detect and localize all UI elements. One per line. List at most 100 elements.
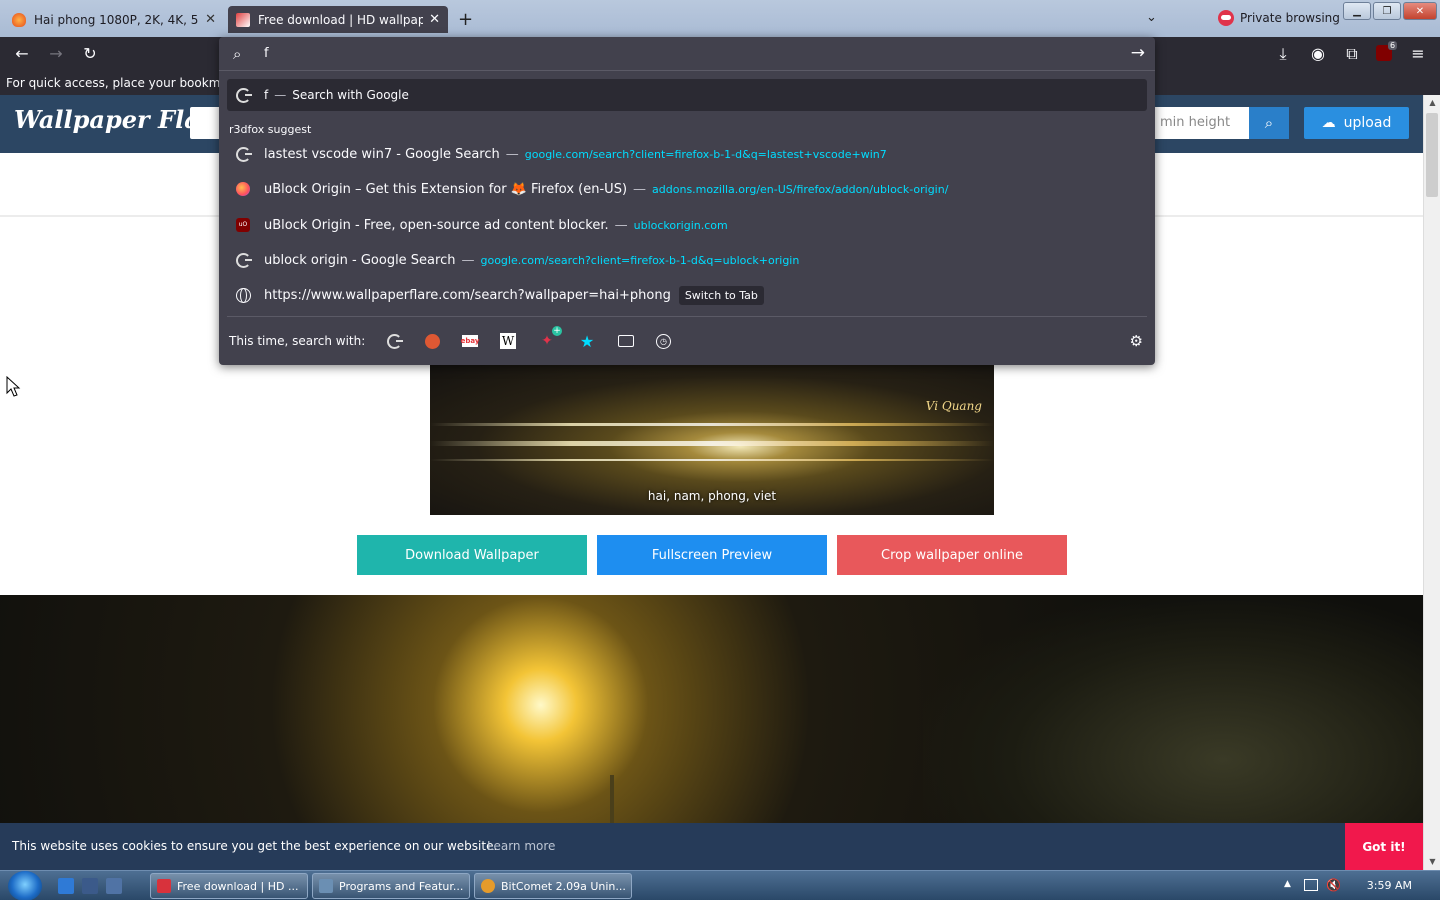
wallpaper-image[interactable]: Vi Quang hai, nam, phong, viet xyxy=(430,363,994,515)
back-button[interactable]: ← xyxy=(11,44,33,64)
close-tab-icon[interactable]: ✕ xyxy=(429,12,440,27)
tab-free-download[interactable]: Free download | HD wallpaper: ✕ xyxy=(228,6,448,33)
suggestion-title: uBlock Origin - Free, open-source ad con… xyxy=(264,217,609,233)
site-search-button[interactable]: ⌕ xyxy=(1249,107,1289,139)
new-tab-button[interactable]: + xyxy=(458,9,473,30)
system-tray: ▲ 🔇 3:59 AM xyxy=(1270,871,1440,900)
clock[interactable]: 3:59 AM xyxy=(1367,879,1412,892)
ebay-icon[interactable]: ebay xyxy=(461,335,479,347)
history-icon[interactable]: ◷ xyxy=(656,333,671,349)
scrollbar-thumb[interactable] xyxy=(1426,113,1438,197)
page-scrollbar[interactable]: ▲ ▼ xyxy=(1423,95,1440,870)
urlbar-dropdown: ⌕ f → f — Search with Google r3dfox sugg… xyxy=(219,37,1155,365)
separator: — xyxy=(274,88,287,102)
min-height-input[interactable]: min height xyxy=(1154,107,1249,139)
light-streak xyxy=(430,459,994,461)
suggestion-row[interactable]: uBlock Origin – Get this Extension for 🦊… xyxy=(227,173,1147,205)
bookmarks-star-icon[interactable]: ★ xyxy=(578,332,596,351)
private-mask-icon xyxy=(1218,10,1234,26)
accept-cookies-button[interactable]: Got it! xyxy=(1345,823,1423,870)
close-window-button[interactable]: ✕ xyxy=(1403,2,1437,20)
scroll-up-icon[interactable]: ▲ xyxy=(1424,95,1440,111)
tab-strip: Hai phong 1080P, 2K, 4K, 5K HD ✕ Free do… xyxy=(0,0,1440,37)
urlbar-typed-text[interactable]: f xyxy=(264,46,269,61)
google-icon xyxy=(235,252,252,268)
private-browsing-indicator: Private browsing xyxy=(1218,10,1340,26)
switch-tab-url: https://www.wallpaperflare.com/search?wa… xyxy=(264,287,671,303)
show-hidden-icons-icon[interactable]: ▲ xyxy=(1284,879,1291,889)
site-search-input[interactable] xyxy=(190,107,220,139)
download-wallpaper-button[interactable]: Download Wallpaper xyxy=(357,535,587,575)
taskbar-item-firefox[interactable]: Free download | HD ... xyxy=(150,873,308,899)
minimize-button[interactable]: ▁ xyxy=(1343,2,1371,20)
suggestion-url: addons.mozilla.org/en-US/firefox/addon/u… xyxy=(652,182,949,196)
separator: — xyxy=(505,146,519,162)
tab-hai-phong[interactable]: Hai phong 1080P, 2K, 4K, 5K HD ✕ xyxy=(4,6,224,33)
google-icon xyxy=(386,333,403,349)
switch-windows-icon[interactable] xyxy=(106,878,122,894)
wikipedia-icon[interactable]: W xyxy=(500,333,516,349)
urlbar-input[interactable]: ⌕ f → xyxy=(219,37,1155,71)
downloads-button[interactable]: ⤓ xyxy=(1272,44,1294,64)
list-all-tabs-icon[interactable]: ⌄ xyxy=(1146,10,1157,25)
shop-sign-text: Vi Quang xyxy=(925,399,982,413)
suggest-group-label: r3dfox suggest xyxy=(229,123,312,136)
taskbar-item-label: BitComet 2.09a Unin... xyxy=(501,879,626,893)
upload-label: upload xyxy=(1343,115,1392,131)
scroll-down-icon[interactable]: ▼ xyxy=(1424,854,1440,870)
separator: — xyxy=(614,217,628,233)
account-button[interactable]: ◉ xyxy=(1307,44,1329,64)
bitcomet-icon xyxy=(481,879,495,893)
control-panel-icon xyxy=(319,879,333,893)
heuristic-action: Search with Google xyxy=(292,88,409,102)
learn-more-link[interactable]: Learn more xyxy=(487,839,555,853)
taskbar-item-label: Free download | HD ... xyxy=(177,879,299,893)
search-icon: ⌕ xyxy=(233,45,242,63)
crop-wallpaper-button[interactable]: Crop wallpaper online xyxy=(837,535,1067,575)
internet-explorer-icon[interactable] xyxy=(58,878,74,894)
forward-button[interactable]: → xyxy=(45,44,67,64)
network-icon[interactable] xyxy=(1304,879,1318,891)
image-tags: hai, nam, phong, viet xyxy=(647,489,777,503)
google-engine-button[interactable] xyxy=(385,332,403,350)
tabs-icon[interactable] xyxy=(618,335,634,347)
app-menu-button[interactable]: ≡ xyxy=(1407,44,1429,64)
suggestion-url: google.com/search?client=firefox-b-1-d&q… xyxy=(480,253,800,267)
upload-button[interactable]: ☁ upload xyxy=(1304,107,1409,139)
search-with-label: This time, search with: xyxy=(229,334,366,348)
gear-icon[interactable]: ⚙ xyxy=(1130,332,1143,350)
switch-to-tab-button[interactable]: Switch to Tab xyxy=(678,285,764,305)
fullscreen-preview-button[interactable]: Fullscreen Preview xyxy=(597,535,827,575)
ublock-icon: uO xyxy=(236,218,250,232)
suggestion-row[interactable]: lastest vscode win7 - Google Search — go… xyxy=(227,138,1147,170)
heuristic-query: f xyxy=(264,88,269,102)
suggestion-title: lastest vscode win7 - Google Search xyxy=(264,146,500,162)
show-desktop-icon[interactable] xyxy=(82,878,98,894)
heuristic-search-row[interactable]: f — Search with Google xyxy=(227,79,1147,111)
taskbar-item-programs[interactable]: Programs and Featur... xyxy=(312,873,470,899)
separator: — xyxy=(461,252,475,268)
taskbar-item-bitcomet[interactable]: BitComet 2.09a Unin... xyxy=(474,873,632,899)
start-button[interactable] xyxy=(8,871,42,900)
private-browsing-label: Private browsing xyxy=(1240,11,1340,25)
suggestion-row[interactable]: ublock origin - Google Search — google.c… xyxy=(227,244,1147,276)
suggestion-url: ublockorigin.com xyxy=(633,218,728,232)
duckduckgo-icon[interactable] xyxy=(425,333,440,349)
extensions-button[interactable]: ⧉ xyxy=(1341,44,1363,64)
volume-muted-icon[interactable]: 🔇 xyxy=(1326,878,1341,892)
cookie-banner: This website uses cookies to ensure you … xyxy=(0,823,1423,870)
search-icon: ⌕ xyxy=(1264,114,1274,132)
ublock-count-badge: 6 xyxy=(1388,41,1398,50)
suggestion-url: google.com/search?client=firefox-b-1-d&q… xyxy=(524,147,887,161)
suggestion-row[interactable]: uO uBlock Origin - Free, open-source ad … xyxy=(227,209,1147,241)
bookmarks-hint: For quick access, place your bookmarks xyxy=(6,76,246,90)
wallpaperflare-favicon-icon xyxy=(236,12,250,27)
suggestion-title: uBlock Origin – Get this Extension for 🦊… xyxy=(264,181,628,197)
add-engine-icon[interactable]: ✦ xyxy=(538,326,562,350)
flame-favicon-icon xyxy=(12,12,26,27)
switch-to-tab-row[interactable]: https://www.wallpaperflare.com/search?wa… xyxy=(227,279,1147,311)
close-tab-icon[interactable]: ✕ xyxy=(205,12,216,27)
reload-button[interactable]: ↻ xyxy=(79,44,101,64)
restore-button[interactable]: ❐ xyxy=(1373,2,1401,20)
go-arrow-icon[interactable]: → xyxy=(1131,43,1145,63)
